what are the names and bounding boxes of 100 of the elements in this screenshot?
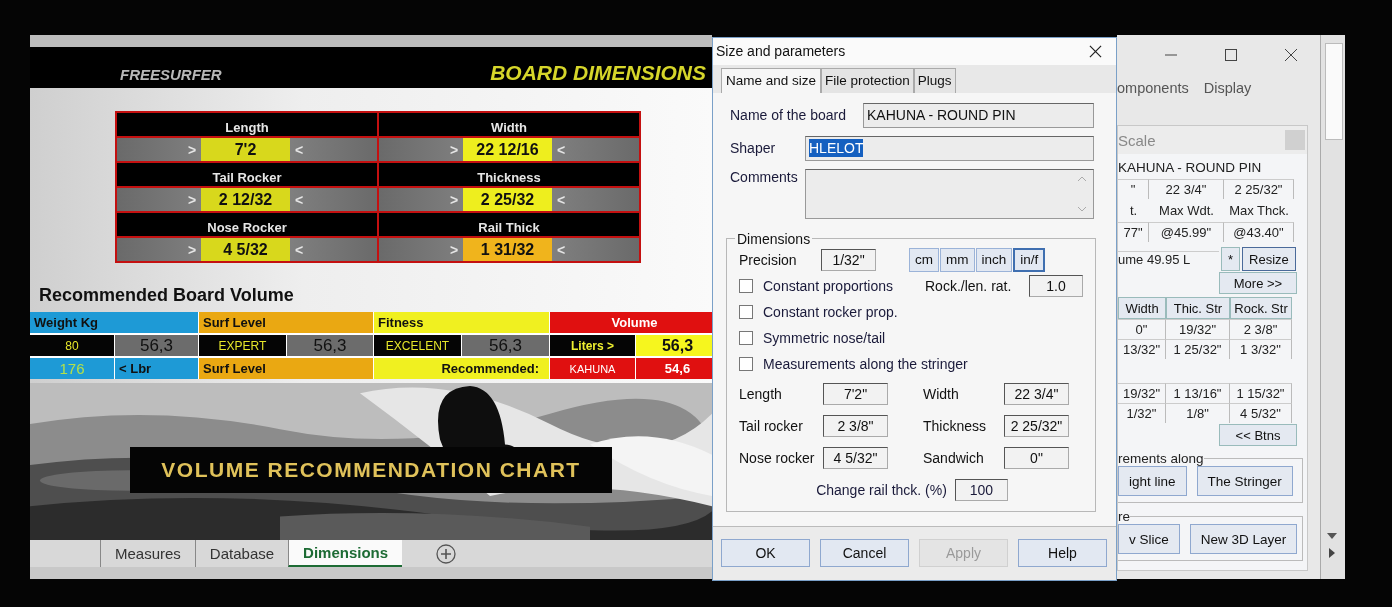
table-cell: 2 25/32" [1224, 179, 1294, 199]
table-cell: 1 15/32" [1230, 383, 1292, 403]
checkbox[interactable] [739, 356, 753, 371]
group-label: re [1118, 509, 1130, 524]
column-header[interactable]: Rock. Str [1230, 297, 1292, 319]
volume-text: ume 49.95 L [1118, 251, 1219, 267]
input-field[interactable]: 2 25/32" [1004, 414, 1069, 437]
field-label: Shaper [730, 140, 777, 157]
panel-button[interactable]: Resize [1242, 247, 1296, 271]
column-header: t. [1128, 202, 1139, 219]
dialog-tab[interactable]: File protection [821, 67, 914, 93]
group-label: rements along [1118, 451, 1204, 466]
checkbox[interactable] [739, 304, 753, 319]
dimension-label: Width [379, 113, 639, 136]
table-cell: EXPERT [199, 335, 286, 356]
dialog-button[interactable]: Cancel [820, 539, 909, 568]
input-field[interactable]: KAHUNA - ROUND PIN [863, 102, 1094, 128]
brand-text: FREESURFER [120, 66, 222, 83]
field-label: Change rail thck. (%) [816, 481, 947, 498]
dimension-label: Nose Rocker [117, 213, 377, 236]
dimension-value: 22 12/16 [463, 138, 552, 161]
chart-banner: VOLUME RECOMMENDATION CHART [130, 447, 612, 493]
table-cell: 13/32" [1118, 339, 1166, 359]
dialog-button[interactable]: OK [721, 539, 810, 568]
table-cell: EXCELENT [374, 335, 461, 356]
table-cell: 80 [30, 335, 114, 356]
panel-button[interactable]: * [1221, 247, 1241, 271]
field-label: Nose rocker [739, 449, 816, 466]
input-field[interactable]: 2 3/8" [823, 414, 888, 437]
scrollbar[interactable] [1321, 35, 1345, 579]
dimension-label: Rail Thick [379, 213, 639, 236]
section-heading: Recommended Board Volume [39, 285, 295, 306]
checkbox[interactable] [739, 330, 753, 345]
table-cell: 56,3 [287, 335, 373, 356]
menu-item[interactable]: omponents [1117, 80, 1189, 96]
checkbox-label: Measurements along the stringer [763, 355, 968, 372]
column-header: Max Wdt. [1158, 202, 1215, 219]
sheet-title: BOARD DIMENSIONS [490, 61, 706, 85]
add-sheet-icon[interactable] [436, 543, 457, 564]
board-name: KAHUNA - ROUND PIN [1118, 159, 1263, 177]
input-field[interactable]: 22 3/4" [1004, 382, 1069, 405]
unit-button[interactable]: inch [975, 247, 1013, 272]
dimension-label: Thickness [379, 163, 639, 186]
column-header[interactable]: Width [1118, 297, 1166, 319]
dialog-button[interactable]: Help [1018, 539, 1107, 568]
input-field[interactable]: 1/32" [821, 248, 876, 271]
unit-button[interactable]: in/f [1013, 247, 1046, 272]
input-field[interactable]: 1.0 [1029, 274, 1083, 297]
field-label: Rock./len. rat. [925, 277, 1013, 294]
scroll-right-icon[interactable] [1329, 548, 1335, 558]
column-header[interactable]: Thic. Str [1166, 297, 1230, 319]
buttons-toggle[interactable]: << Btns [1219, 424, 1297, 446]
checkbox-label: Constant rocker prop. [763, 303, 898, 320]
dimension-value: 4 5/32 [201, 238, 290, 261]
more-button[interactable]: More >> [1219, 272, 1297, 294]
table-cell: @43.40" [1224, 222, 1294, 242]
unit-button[interactable]: mm [940, 247, 975, 272]
dimension-value: 2 25/32 [463, 188, 552, 211]
table-cell: KAHUNA [550, 358, 635, 379]
table-cell: 56,3 [462, 335, 549, 356]
sheet-tab[interactable]: Measures [100, 540, 195, 567]
field-label: Length [739, 385, 783, 402]
dimension-value: 7'2 [201, 138, 290, 161]
panel-button[interactable]: v Slice [1118, 524, 1180, 554]
panel-title: Scale [1118, 131, 1156, 149]
sheet-tab[interactable]: Dimensions [288, 540, 403, 567]
field-label: Tail rocker [739, 417, 804, 434]
unit-button[interactable]: cm [909, 247, 939, 272]
table-cell: 0" [1118, 319, 1166, 339]
table-cell: 2 3/8" [1230, 319, 1292, 339]
input-field[interactable]: 7'2" [823, 382, 888, 405]
close-icon[interactable] [1284, 48, 1298, 62]
dimension-value: 2 12/32 [201, 188, 290, 211]
table-cell: 19/32" [1166, 319, 1230, 339]
maximize-icon[interactable] [1224, 48, 1238, 62]
checkbox[interactable] [739, 278, 753, 293]
table-cell: 1/32" [1118, 403, 1166, 423]
input-field[interactable]: 0" [1004, 446, 1069, 469]
field-label: Precision [739, 251, 798, 268]
group-label: Dimensions [736, 230, 812, 247]
close-icon[interactable] [1089, 44, 1102, 58]
panel-button[interactable]: The Stringer [1196, 466, 1293, 496]
scroll-down-icon[interactable] [1327, 533, 1337, 539]
input-field[interactable]: 100 [954, 478, 1008, 501]
menu-item[interactable]: Display [1203, 80, 1252, 96]
table-cell: " [1118, 179, 1149, 199]
table-cell: 4 5/32" [1230, 403, 1292, 423]
panel-button[interactable]: ight line [1118, 466, 1187, 496]
table-cell: 176 [30, 358, 114, 379]
table-cell: 1 13/16" [1166, 383, 1230, 403]
input-field[interactable]: 4 5/32" [823, 446, 888, 469]
dialog-tab[interactable]: Name and size [721, 67, 822, 93]
table-cell: Recommended: [374, 358, 549, 379]
table-cell: < Lbr [115, 358, 198, 379]
panel-button[interactable]: New 3D Layer [1189, 524, 1298, 554]
dialog-tab[interactable]: Plugs [913, 67, 956, 93]
table-cell: Weight Kg [30, 312, 198, 333]
scroll-thumb[interactable] [1325, 43, 1343, 140]
table-cell: 19/32" [1118, 383, 1166, 403]
field-label: Width [922, 385, 960, 402]
